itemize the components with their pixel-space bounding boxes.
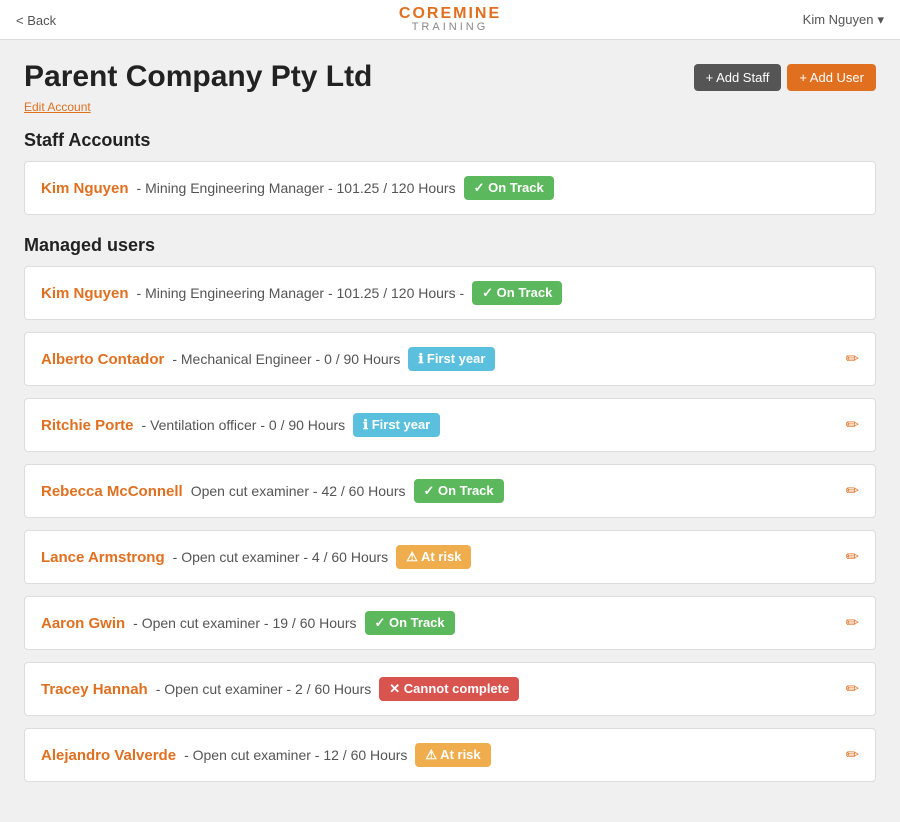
logo-training: TRAINING <box>412 22 489 33</box>
list-item: Rebecca McConnell Open cut examiner - 42 … <box>24 464 876 518</box>
header-logo: COREMINE TRAINING <box>399 6 501 33</box>
user-detail: - Mechanical Engineer - 0 / 90 Hours <box>172 351 400 367</box>
card-left: Rebecca McConnell Open cut examiner - 42 … <box>41 479 504 503</box>
card-left: Alejandro Valverde - Open cut examiner - … <box>41 743 491 767</box>
title-buttons: + Add Staff + Add User <box>694 64 876 91</box>
status-badge: ✓ On Track <box>414 479 504 503</box>
user-name: Alejandro Valverde <box>41 747 176 764</box>
dropdown-icon: ▾ <box>877 12 884 28</box>
staff-cards: Kim Nguyen - Mining Engineering Manager -… <box>24 161 876 215</box>
add-staff-button[interactable]: + Add Staff <box>694 64 782 91</box>
edit-account-link[interactable]: Edit Account <box>24 100 91 114</box>
user-detail: - Mining Engineering Manager - 101.25 / … <box>137 285 465 301</box>
managed-section: Managed users Kim Nguyen - Mining Enginee… <box>24 235 876 782</box>
logo-core-colored: CORE <box>399 5 453 22</box>
app-header: < Back COREMINE TRAINING Kim Nguyen ▾ <box>0 0 900 40</box>
card-left: Kim Nguyen - Mining Engineering Manager -… <box>41 281 562 305</box>
user-name: Kim Nguyen <box>41 180 129 197</box>
status-badge: ℹ First year <box>353 413 440 437</box>
status-badge: ✓ On Track <box>464 176 554 200</box>
page-title: Parent Company Pty Ltd <box>24 60 372 94</box>
card-left: Tracey Hannah - Open cut examiner - 2 / 6… <box>41 677 519 701</box>
edit-icon[interactable]: ✏ <box>846 745 859 765</box>
managed-section-title: Managed users <box>24 235 876 256</box>
user-name: Alberto Contador <box>41 351 164 368</box>
user-name: Rebecca McConnell <box>41 483 183 500</box>
list-item: Lance Armstrong - Open cut examiner - 4 /… <box>24 530 876 584</box>
user-detail: - Mining Engineering Manager - 101.25 / … <box>137 180 456 196</box>
list-item: Kim Nguyen - Mining Engineering Manager -… <box>24 266 876 320</box>
card-left: Lance Armstrong - Open cut examiner - 4 /… <box>41 545 471 569</box>
edit-icon[interactable]: ✏ <box>846 349 859 369</box>
user-name: Tracey Hannah <box>41 681 148 698</box>
header-left: < Back <box>16 12 56 28</box>
list-item: Tracey Hannah - Open cut examiner - 2 / 6… <box>24 662 876 716</box>
user-name: Ritchie Porte <box>41 417 134 434</box>
staff-section-title: Staff Accounts <box>24 130 876 151</box>
status-badge: ✕ Cannot complete <box>379 677 519 701</box>
user-detail: - Open cut examiner - 4 / 60 Hours <box>173 549 389 565</box>
card-left: Ritchie Porte - Ventilation officer - 0 /… <box>41 413 440 437</box>
logo-mine: MINE <box>453 5 501 22</box>
list-item: Alberto Contador - Mechanical Engineer - … <box>24 332 876 386</box>
user-name: Kim Nguyen <box>41 285 129 302</box>
list-item: Alejandro Valverde - Open cut examiner - … <box>24 728 876 782</box>
user-detail: - Open cut examiner - 2 / 60 Hours <box>156 681 372 697</box>
user-name: Aaron Gwin <box>41 615 125 632</box>
user-detail: Open cut examiner - 42 / 60 Hours <box>191 483 406 499</box>
edit-icon[interactable]: ✏ <box>846 613 859 633</box>
status-badge: ⚠ At risk <box>396 545 471 569</box>
card-left: Aaron Gwin - Open cut examiner - 19 / 60 … <box>41 611 455 635</box>
logo-text: COREMINE <box>399 6 501 22</box>
list-item: Ritchie Porte - Ventilation officer - 0 /… <box>24 398 876 452</box>
status-badge: ✓ On Track <box>365 611 455 635</box>
user-name: Kim Nguyen <box>803 12 874 27</box>
status-badge: ✓ On Track <box>472 281 562 305</box>
edit-icon[interactable]: ✏ <box>846 481 859 501</box>
card-left: Alberto Contador - Mechanical Engineer - … <box>41 347 495 371</box>
list-item: Kim Nguyen - Mining Engineering Manager -… <box>24 161 876 215</box>
page-content: Parent Company Pty Ltd + Add Staff + Add… <box>0 40 900 822</box>
user-detail: - Open cut examiner - 12 / 60 Hours <box>184 747 407 763</box>
add-user-button[interactable]: + Add User <box>787 64 876 91</box>
edit-icon[interactable]: ✏ <box>846 547 859 567</box>
card-left: Kim Nguyen - Mining Engineering Manager -… <box>41 176 554 200</box>
user-detail: - Ventilation officer - 0 / 90 Hours <box>142 417 346 433</box>
managed-cards: Kim Nguyen - Mining Engineering Manager -… <box>24 266 876 782</box>
edit-icon[interactable]: ✏ <box>846 679 859 699</box>
edit-icon[interactable]: ✏ <box>846 415 859 435</box>
user-name: Lance Armstrong <box>41 549 165 566</box>
title-row: Parent Company Pty Ltd + Add Staff + Add… <box>24 60 876 94</box>
status-badge: ⚠ At risk <box>415 743 490 767</box>
user-detail: - Open cut examiner - 19 / 60 Hours <box>133 615 356 631</box>
back-link[interactable]: < Back <box>16 13 56 28</box>
user-menu[interactable]: Kim Nguyen ▾ <box>803 12 884 28</box>
list-item: Aaron Gwin - Open cut examiner - 19 / 60 … <box>24 596 876 650</box>
status-badge: ℹ First year <box>408 347 495 371</box>
staff-section: Staff Accounts Kim Nguyen - Mining Engine… <box>24 130 876 215</box>
